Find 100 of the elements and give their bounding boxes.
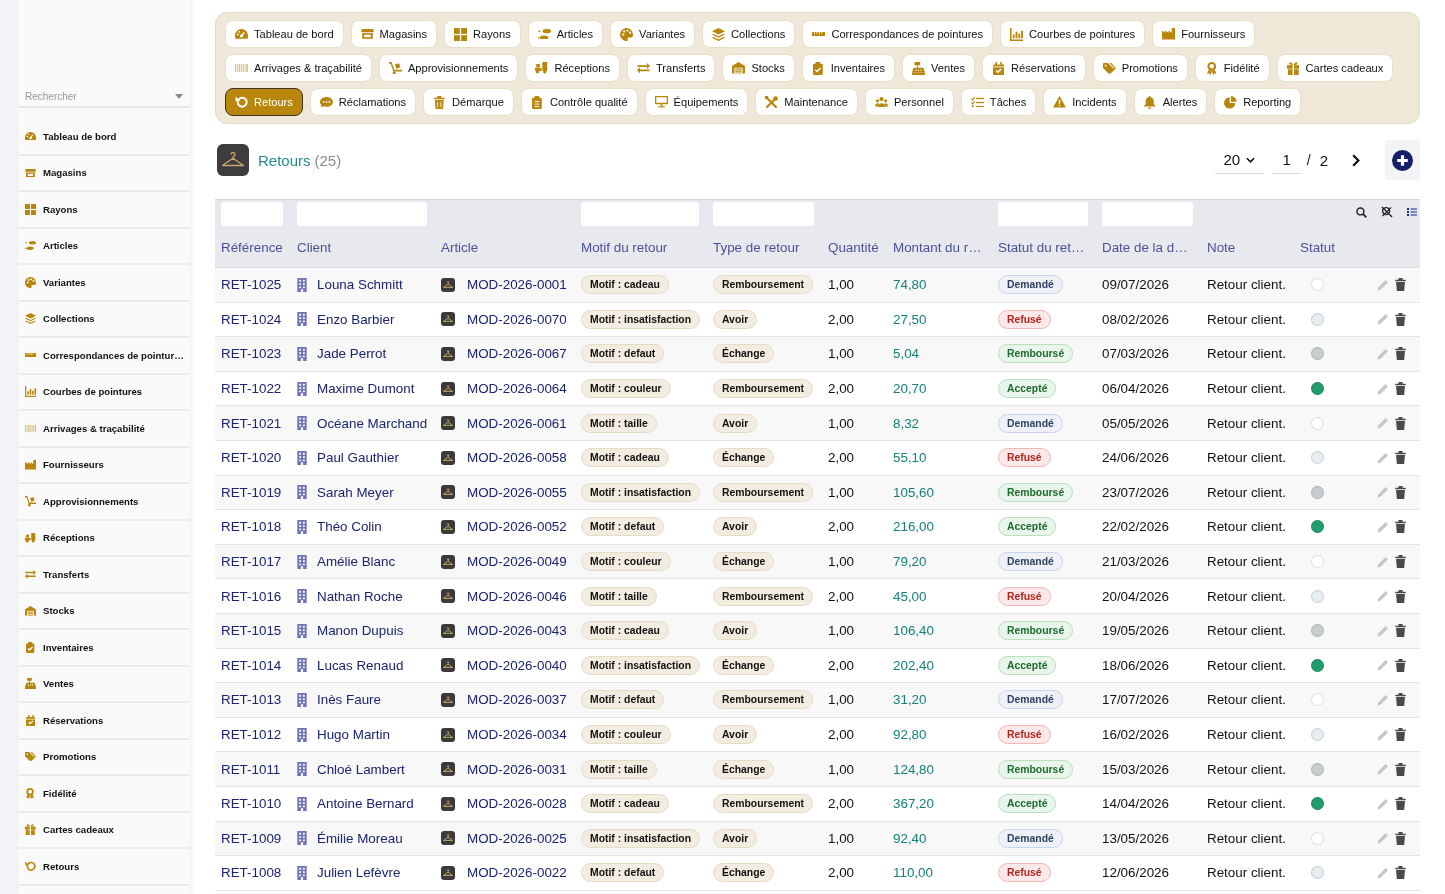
pencil-icon[interactable]: [1377, 763, 1389, 776]
reference-link[interactable]: RET-1008: [221, 865, 282, 881]
trash-icon[interactable]: [1395, 382, 1406, 396]
trash-icon[interactable]: [1395, 485, 1406, 499]
module-tab[interactable]: Transferts: [626, 54, 716, 82]
sidebar-item[interactable]: Ventes: [18, 666, 190, 703]
trash-icon[interactable]: [1395, 416, 1406, 430]
sidebar-item[interactable]: Articles: [18, 228, 190, 265]
article-link[interactable]: MOD-2026-0052: [467, 519, 567, 535]
article-link[interactable]: MOD-2026-0046: [467, 588, 567, 604]
sidebar-item[interactable]: Approvisionnements: [18, 484, 190, 521]
pencil-icon[interactable]: [1377, 866, 1389, 879]
client-link[interactable]: Julien Lefèvre: [317, 865, 401, 881]
module-tab[interactable]: Reporting: [1214, 88, 1302, 116]
module-tab[interactable]: Équipements: [644, 88, 749, 116]
module-tab[interactable]: Fidélité: [1194, 54, 1270, 82]
module-tab[interactable]: Personnel: [864, 88, 954, 116]
trash-icon[interactable]: [1395, 347, 1406, 361]
page-size-select[interactable]: 20: [1214, 146, 1264, 174]
pencil-icon[interactable]: [1377, 451, 1389, 464]
sidebar-item[interactable]: Promotions: [18, 739, 190, 776]
pencil-icon[interactable]: [1377, 832, 1389, 845]
column-header[interactable]: Motif du retour: [581, 239, 668, 255]
reference-link[interactable]: RET-1018: [221, 519, 282, 535]
module-tab[interactable]: Fournisseurs: [1152, 20, 1256, 48]
column-header[interactable]: Quantité: [828, 239, 879, 255]
sidebar-item[interactable]: Rayons: [18, 192, 190, 229]
article-link[interactable]: MOD-2026-0040: [467, 657, 567, 673]
module-tab[interactable]: Rayons: [444, 20, 521, 48]
module-tab[interactable]: Réservations: [982, 54, 1086, 82]
client-link[interactable]: Enzo Barbier: [317, 311, 395, 327]
trash-icon[interactable]: [1395, 451, 1406, 465]
client-link[interactable]: Inès Faure: [317, 692, 381, 708]
module-tab[interactable]: Maintenance: [755, 88, 858, 116]
reference-link[interactable]: RET-1016: [221, 588, 282, 604]
client-link[interactable]: Antoine Bernard: [317, 796, 414, 812]
sidebar-item[interactable]: Inventaires: [18, 630, 190, 667]
column-header[interactable]: Statut: [1300, 239, 1335, 255]
sidebar-item[interactable]: Cartes cadeaux: [18, 812, 190, 849]
client-link[interactable]: Maxime Dumont: [317, 381, 415, 397]
sidebar-item[interactable]: Correspondances de pointur…: [18, 338, 190, 375]
column-header[interactable]: Article: [441, 239, 479, 255]
client-link[interactable]: Hugo Martin: [317, 727, 390, 742]
article-link[interactable]: MOD-2026-0022: [467, 865, 567, 881]
sidebar-item[interactable]: Arrivages & traçabilité: [18, 411, 190, 448]
column-header[interactable]: Référence: [221, 239, 283, 255]
sidebar-item[interactable]: Courbes de pointures: [18, 374, 190, 411]
search-icon[interactable]: [1356, 206, 1367, 218]
module-tab[interactable]: Tâches: [960, 88, 1037, 116]
pencil-icon[interactable]: [1377, 382, 1389, 395]
trash-icon[interactable]: [1395, 624, 1406, 638]
client-link[interactable]: Paul Gauthier: [317, 450, 399, 466]
sidebar-item[interactable]: Réceptions: [18, 520, 190, 557]
reference-link[interactable]: RET-1014: [221, 657, 282, 673]
column-header[interactable]: Statut du ret…: [998, 239, 1085, 255]
module-tab[interactable]: Démarque: [423, 88, 514, 116]
client-link[interactable]: Nathan Roche: [317, 588, 403, 604]
module-tab[interactable]: Collections: [702, 20, 796, 48]
client-link[interactable]: Lucas Renaud: [317, 657, 404, 673]
column-header[interactable]: Date de la d…: [1102, 239, 1188, 255]
sidebar-item[interactable]: Tableau de bord: [18, 119, 190, 156]
pencil-icon[interactable]: [1377, 624, 1389, 637]
pencil-icon[interactable]: [1377, 417, 1389, 430]
sidebar-item[interactable]: Fidélité: [18, 776, 190, 813]
trash-icon[interactable]: [1395, 312, 1406, 326]
article-link[interactable]: MOD-2026-0070: [467, 311, 567, 327]
module-tab[interactable]: Incidents: [1043, 88, 1127, 116]
article-link[interactable]: MOD-2026-0028: [467, 796, 567, 812]
reference-link[interactable]: RET-1022: [221, 381, 282, 397]
module-tab[interactable]: Ventes: [902, 54, 975, 82]
search-field[interactable]: Rechercher: [18, 86, 190, 108]
column-header[interactable]: Montant du r…: [893, 239, 982, 255]
module-tab[interactable]: Magasins: [350, 20, 438, 48]
module-tab[interactable]: Variantes: [610, 20, 696, 48]
reference-link[interactable]: RET-1024: [221, 311, 282, 327]
module-tab[interactable]: Tableau de bord: [225, 20, 344, 48]
client-link[interactable]: Théo Colin: [317, 519, 382, 535]
module-tab[interactable]: Stocks: [722, 54, 795, 82]
page-field[interactable]: 1: [1271, 146, 1302, 174]
sidebar-item[interactable]: Retours: [18, 849, 190, 886]
pencil-icon[interactable]: [1377, 486, 1389, 499]
module-tab[interactable]: Courbes de pointures: [1000, 20, 1146, 48]
column-header[interactable]: Client: [297, 239, 332, 255]
trash-icon[interactable]: [1395, 797, 1406, 811]
sidebar-item[interactable]: Stocks: [18, 593, 190, 630]
module-tab[interactable]: Alertes: [1133, 88, 1208, 116]
pencil-icon[interactable]: [1377, 693, 1389, 706]
sidebar-item[interactable]: Collections: [18, 301, 190, 338]
module-tab[interactable]: Arrivages & traçabilité: [225, 54, 372, 82]
pencil-icon[interactable]: [1377, 555, 1389, 568]
sidebar-item[interactable]: Transferts: [18, 557, 190, 594]
reference-link[interactable]: RET-1012: [221, 727, 282, 742]
list-icon[interactable]: [1407, 207, 1417, 217]
reference-link[interactable]: RET-1010: [221, 796, 282, 812]
trash-icon[interactable]: [1395, 589, 1406, 603]
add-button[interactable]: [1385, 140, 1420, 180]
trash-icon[interactable]: [1395, 555, 1406, 569]
next-page-button[interactable]: [1352, 153, 1360, 167]
module-tab[interactable]: Approvisionnements: [378, 54, 519, 82]
module-tab[interactable]: Réceptions: [525, 54, 620, 82]
